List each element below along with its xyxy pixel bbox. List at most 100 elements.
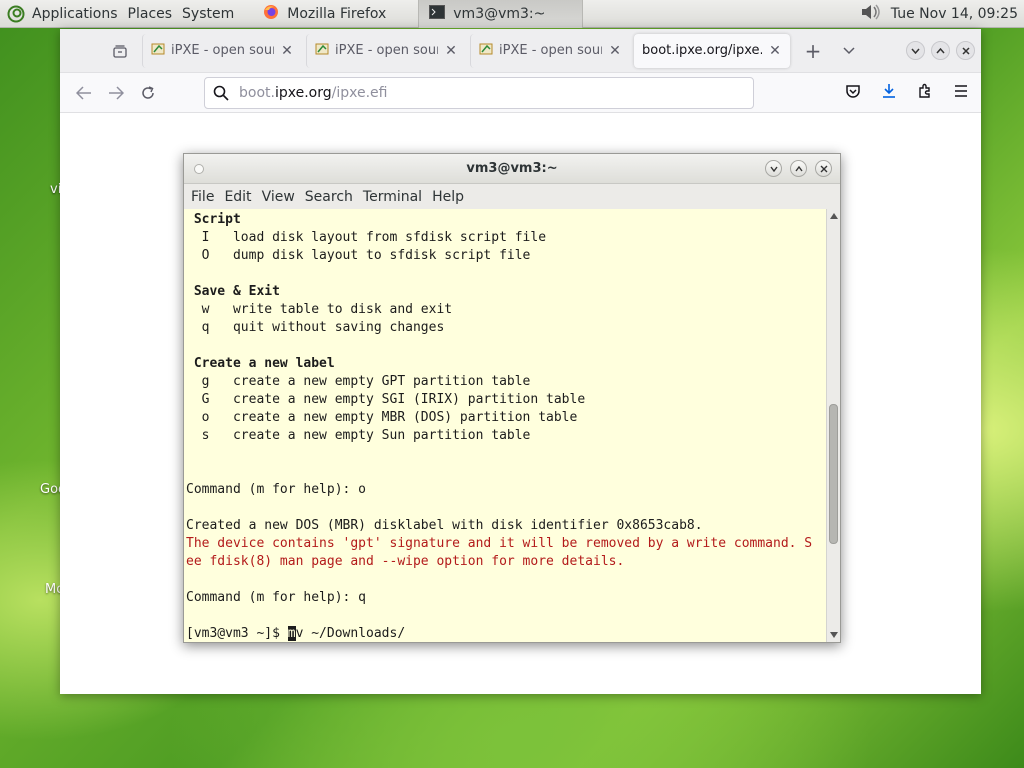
terminal-window: vm3@vm3:~ File Edit View Search Terminal… <box>183 153 841 643</box>
tab-ipxe-3[interactable]: iPXE - open source ✕ <box>470 33 630 68</box>
url-prefix: boot. <box>239 84 275 101</box>
reload-button[interactable] <box>132 78 164 108</box>
downloads-icon[interactable] <box>881 83 897 103</box>
url-path: /ipxe.efi <box>331 84 388 101</box>
terminal-icon <box>429 4 446 23</box>
chevron-down-icon <box>769 166 778 172</box>
arrow-left-icon <box>76 85 91 100</box>
scroll-up-icon[interactable] <box>829 211 839 221</box>
list-all-tabs-button[interactable] <box>834 36 864 66</box>
url-bar[interactable]: boot.ipxe.org/ipxe.efi <box>204 76 754 109</box>
tab-ipxe-efi[interactable]: boot.ipxe.org/ipxe.efi ✕ <box>634 33 790 68</box>
clock[interactable]: Tue Nov 14, 09:25 <box>891 6 1018 22</box>
tab-bar: iPXE - open source ✕ iPXE - open source … <box>60 29 981 73</box>
scroll-down-icon[interactable] <box>829 630 839 640</box>
terminal-line: The device contains 'gpt' signature and … <box>186 536 813 551</box>
volume-icon[interactable] <box>861 3 883 25</box>
terminal-text: Script I load disk layout from sfdisk sc… <box>186 211 826 642</box>
navigation-toolbar: boot.ipxe.org/ipxe.efi <box>60 73 981 113</box>
terminal-line: Command (m for help): q <box>186 590 367 605</box>
terminal-prompt-line: [vm3@vm3 ~]$ mv ~/Downloads/ <box>186 625 826 642</box>
firefox-view-icon <box>113 44 127 58</box>
tab-title: boot.ipxe.org/ipxe.efi <box>642 43 762 58</box>
terminal-line: Create a new label <box>186 356 335 371</box>
terminal-maximize-button[interactable] <box>790 160 807 177</box>
terminal-menu-view[interactable]: View <box>257 189 300 205</box>
tab-title: iPXE - open source <box>171 43 274 58</box>
taskbar-item-label: vm3@vm3:~ <box>453 5 546 22</box>
terminal-minimize-button[interactable] <box>765 160 782 177</box>
tab-ipxe-2[interactable]: iPXE - open source ✕ <box>306 33 466 68</box>
arrow-right-icon <box>109 85 124 100</box>
new-tab-button[interactable]: + <box>798 36 828 66</box>
terminal-titlebar[interactable]: vm3@vm3:~ <box>184 154 840 184</box>
terminal-menu-edit[interactable]: Edit <box>219 189 256 205</box>
terminal-close-button[interactable] <box>815 160 832 177</box>
tab-title: iPXE - open source <box>335 43 438 58</box>
pocket-icon[interactable] <box>845 83 861 103</box>
taskbar-item-label: Mozilla Firefox <box>287 5 387 22</box>
panel-menu-system[interactable]: System <box>177 6 239 22</box>
terminal-line: G create a new empty SGI (IRIX) partitio… <box>186 392 586 407</box>
terminal-line: Created a new DOS (MBR) disklabel with d… <box>186 518 703 533</box>
chevron-down-icon <box>843 46 855 54</box>
terminal-menu-search[interactable]: Search <box>300 189 358 205</box>
tab-ipxe-1[interactable]: iPXE - open source ✕ <box>142 33 302 68</box>
command-input: v ~/Downloads/ <box>295 626 406 641</box>
taskbar-item-terminal[interactable]: vm3@vm3:~ <box>418 0 584 28</box>
url-host: ipxe.org <box>274 84 332 101</box>
terminal-line: Save & Exit <box>186 284 280 299</box>
plus-icon: + <box>804 38 822 63</box>
menu-icon[interactable] <box>953 83 969 102</box>
url-text: boot.ipxe.org/ipxe.efi <box>239 85 387 101</box>
terminal-line: Script <box>186 212 241 227</box>
ipxe-favicon-icon <box>479 42 493 60</box>
search-icon <box>213 85 229 101</box>
back-button[interactable] <box>68 78 100 108</box>
ipxe-favicon-icon <box>151 42 165 60</box>
terminal-line: s create a new empty Sun partition table <box>186 428 531 443</box>
chevron-up-icon <box>936 47 945 53</box>
distro-logo-icon[interactable] <box>5 3 27 25</box>
close-button[interactable] <box>956 41 975 60</box>
tab-close-icon[interactable]: ✕ <box>608 43 622 59</box>
terminal-line: w write table to disk and exit <box>186 302 453 317</box>
forward-button[interactable] <box>100 78 132 108</box>
ipxe-favicon-icon <box>315 42 329 60</box>
terminal-line: ee fdisk(8) man page and --wipe option f… <box>186 554 625 569</box>
terminal-menu-terminal[interactable]: Terminal <box>358 189 427 205</box>
terminal-output[interactable]: Script I load disk layout from sfdisk sc… <box>184 209 840 642</box>
chevron-up-icon <box>794 165 803 171</box>
terminal-menu-file[interactable]: File <box>186 189 219 205</box>
chevron-down-icon <box>911 48 920 54</box>
terminal-line: q quit without saving changes <box>186 320 445 335</box>
terminal-scrollbar[interactable] <box>826 209 840 642</box>
taskbar-item-firefox[interactable]: Mozilla Firefox <box>253 0 418 28</box>
tab-close-icon[interactable]: ✕ <box>768 43 782 59</box>
extensions-icon[interactable] <box>917 83 933 103</box>
tab-close-icon[interactable]: ✕ <box>280 43 294 59</box>
scrollbar-thumb[interactable] <box>829 404 838 545</box>
firefox-view-button[interactable] <box>102 36 138 66</box>
tab-close-icon[interactable]: ✕ <box>444 43 458 59</box>
terminal-menu-help[interactable]: Help <box>427 189 469 205</box>
terminal-line: o create a new empty MBR (DOS) partition… <box>186 410 578 425</box>
terminal-title: vm3@vm3:~ <box>466 161 558 176</box>
panel-menu-places[interactable]: Places <box>123 6 178 22</box>
terminal-menubar: File Edit View Search Terminal Help <box>184 184 840 209</box>
minimize-button[interactable] <box>906 41 925 60</box>
panel-menu-applications[interactable]: Applications <box>27 6 123 22</box>
firefox-icon <box>263 4 279 24</box>
close-icon <box>961 46 970 55</box>
reload-icon <box>142 85 154 99</box>
text-cursor: m <box>287 626 296 641</box>
maximize-button[interactable] <box>931 41 950 60</box>
prompt: [vm3@vm3 ~]$ <box>186 626 288 641</box>
terminal-line: g create a new empty GPT partition table <box>186 374 531 389</box>
